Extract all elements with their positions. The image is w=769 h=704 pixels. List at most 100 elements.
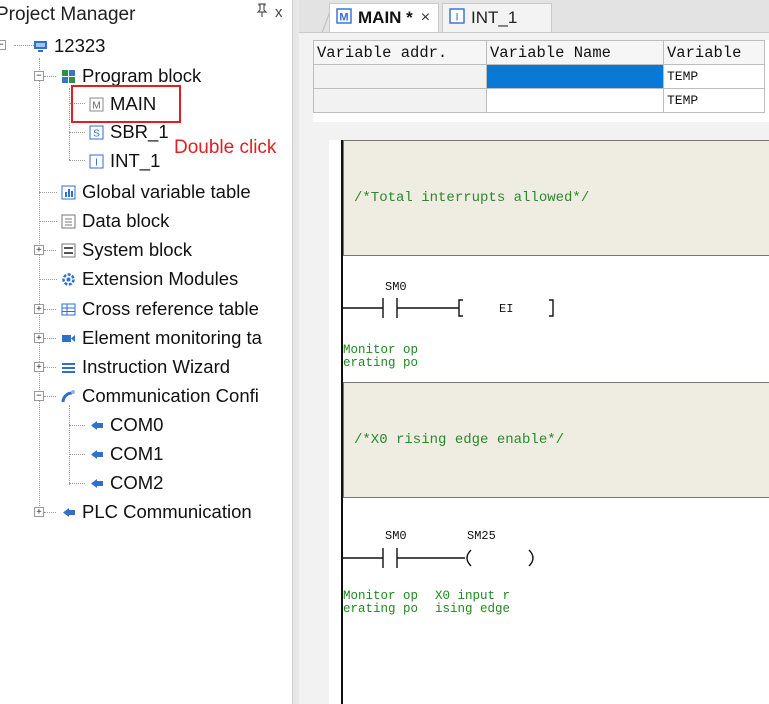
collapse-toggle[interactable]: − — [0, 40, 6, 50]
tree-line — [44, 396, 56, 397]
program-block-icon — [61, 69, 76, 84]
expand-toggle[interactable]: + — [34, 304, 44, 314]
table-header-row: Variable addr. Variable Name Variable — [313, 40, 765, 65]
table-cell[interactable]: TEMP — [663, 64, 765, 89]
data-block-icon — [61, 214, 76, 229]
tree-line — [69, 88, 70, 160]
port-icon — [89, 476, 104, 491]
description-line: ising edge — [435, 602, 511, 616]
tree-node-cross-reference-table[interactable]: Cross reference table — [61, 296, 259, 322]
tree-node-plc-communication[interactable]: PLC Communication — [61, 499, 252, 525]
table-cell[interactable] — [486, 88, 664, 113]
tree-node-label: PLC Communication — [82, 501, 252, 522]
tree-line — [44, 250, 56, 251]
column-header[interactable]: Variable addr. — [313, 40, 487, 65]
interrupt-icon: I — [89, 154, 104, 169]
collapse-toggle[interactable]: − — [34, 391, 44, 401]
tree-line — [39, 192, 57, 193]
section-divider — [299, 130, 769, 140]
tree-node-label: Program block — [82, 65, 202, 86]
tab-label: MAIN * — [358, 8, 413, 27]
tree-line — [39, 279, 57, 280]
tree-line — [69, 132, 85, 133]
camera-icon — [61, 331, 76, 346]
svg-text:S: S — [93, 128, 100, 139]
svg-text:I: I — [455, 11, 458, 23]
port-icon — [61, 505, 76, 520]
project-manager-panel: Project Manager x − − + + + + − + 12323 … — [0, 0, 292, 704]
table-row[interactable]: TEMP — [313, 64, 765, 89]
highlight-box — [71, 85, 181, 123]
tree-node-global-variable-table[interactable]: Global variable table — [61, 179, 251, 205]
ladder-editor[interactable]: /*Total interrupts allowed*/ SM0 EI Moni… — [341, 140, 769, 704]
tab-int1[interactable]: I INT_1 — [442, 3, 552, 32]
rung-1[interactable] — [343, 292, 583, 322]
variable-grid: Variable addr. Variable Name Variable TE… — [313, 40, 765, 113]
svg-text:I: I — [95, 157, 98, 168]
table-cell[interactable] — [313, 64, 487, 89]
table-cell[interactable]: TEMP — [663, 88, 765, 113]
tree-node-extension-modules[interactable]: Extension Modules — [61, 266, 238, 292]
tree-node-label: COM0 — [110, 414, 164, 435]
table-cell[interactable] — [313, 88, 487, 113]
interrupt-icon: I — [449, 7, 465, 29]
expand-toggle[interactable]: + — [34, 245, 44, 255]
svg-text:M: M — [339, 11, 348, 23]
port-icon — [89, 418, 104, 433]
tree-node-communication-config[interactable]: Communication Confi — [61, 383, 259, 409]
tab-close-icon[interactable]: × — [421, 9, 430, 27]
tree-node-com1[interactable]: COM1 — [89, 441, 163, 467]
contact-label: SM0 — [385, 529, 407, 543]
collapse-toggle[interactable]: − — [34, 71, 44, 81]
tree-node-label: Cross reference table — [82, 298, 259, 319]
tree-node-label: Extension Modules — [82, 268, 239, 289]
table-row[interactable]: TEMP — [313, 88, 765, 113]
tree-node-label: INT_1 — [110, 150, 161, 171]
tree-node-instruction-wizard[interactable]: Instruction Wizard — [61, 354, 230, 380]
expand-toggle[interactable]: + — [34, 333, 44, 343]
tree-line — [69, 425, 85, 426]
subroutine-icon: S — [89, 125, 104, 140]
main-program-icon: M — [336, 7, 352, 29]
column-header[interactable]: Variable Name — [486, 40, 664, 65]
gear-icon — [61, 272, 76, 287]
tree-node-com0[interactable]: COM0 — [89, 412, 163, 438]
tree-node-element-monitoring[interactable]: Element monitoring ta — [61, 325, 262, 351]
expand-toggle[interactable]: + — [34, 362, 44, 372]
tree-node-label: 12323 — [54, 35, 106, 56]
description-line: erating po — [343, 602, 419, 616]
pin-icon[interactable] — [256, 3, 268, 20]
network-comment[interactable]: /*Total interrupts allowed*/ — [343, 140, 769, 256]
system-block-icon — [61, 243, 76, 258]
network-comment[interactable]: /*X0 rising edge enable*/ — [343, 382, 769, 498]
project-manager-header: Project Manager x — [0, 0, 292, 30]
tree-node-com2[interactable]: COM2 — [89, 470, 163, 496]
tree-node-system-block[interactable]: System block — [61, 237, 192, 263]
contact-description: Monitor op erating po — [343, 590, 418, 616]
column-header[interactable]: Variable — [663, 40, 765, 65]
coil-label: SM25 — [467, 529, 496, 543]
tree-node-label: Instruction Wizard — [82, 356, 231, 377]
expand-toggle[interactable]: + — [34, 507, 44, 517]
editor-area: M MAIN * × I INT_1 Variable addr. Variab… — [299, 0, 769, 704]
tree-node-int1[interactable]: I INT_1 — [89, 148, 160, 174]
port-icon — [89, 447, 104, 462]
list-icon — [61, 360, 76, 375]
tree-line — [44, 76, 56, 77]
comment-text: /*X0 rising edge enable*/ — [354, 432, 565, 448]
tree-line — [44, 338, 56, 339]
tree-line — [69, 454, 85, 455]
panel-title: Project Manager — [0, 4, 136, 25]
tree-node-data-block[interactable]: Data block — [61, 208, 169, 234]
tree-node-project[interactable]: 12323 — [33, 33, 105, 59]
table-icon — [61, 185, 76, 200]
close-icon[interactable]: x — [275, 4, 283, 21]
tab-main[interactable]: M MAIN * × — [329, 3, 439, 32]
table-cell-selected[interactable] — [486, 64, 664, 89]
variable-table: Variable addr. Variable Name Variable TE… — [313, 40, 769, 122]
tree-node-label: SBR_1 — [110, 121, 169, 142]
comment-text: /*Total interrupts allowed*/ — [354, 190, 590, 206]
tree-node-label: System block — [82, 239, 193, 260]
rung-2[interactable] — [343, 542, 583, 572]
contact-description: Monitor op erating po — [343, 344, 418, 370]
